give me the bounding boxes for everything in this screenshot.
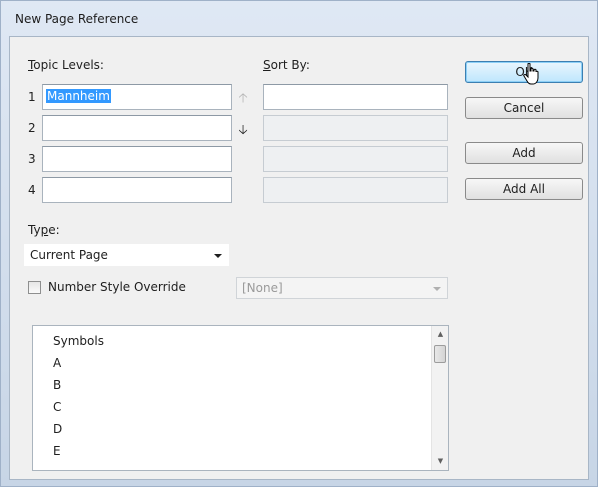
list-item[interactable]: E bbox=[53, 444, 61, 458]
sort-by-3-input bbox=[263, 146, 448, 172]
dialog-title: New Page Reference bbox=[15, 12, 139, 26]
cancel-button[interactable]: Cancel bbox=[465, 97, 583, 119]
vertical-scrollbar[interactable]: ▲ ▼ bbox=[431, 326, 448, 470]
list-item[interactable]: C bbox=[53, 400, 61, 414]
list-item[interactable]: Symbols bbox=[53, 334, 104, 348]
topic-level-2-number: 2 bbox=[28, 121, 36, 135]
topic-level-4-number: 4 bbox=[28, 183, 36, 197]
scrollbar-thumb[interactable] bbox=[434, 345, 446, 363]
chevron-down-icon bbox=[433, 287, 441, 291]
add-all-button[interactable]: Add All bbox=[465, 178, 583, 200]
number-style-dropdown-value: [None] bbox=[242, 281, 283, 295]
chevron-down-icon bbox=[214, 254, 222, 258]
number-style-override-checkbox[interactable] bbox=[28, 281, 41, 294]
mouse-pointer-icon bbox=[523, 63, 539, 85]
list-item[interactable]: D bbox=[53, 422, 62, 436]
list-item[interactable]: A bbox=[53, 356, 61, 370]
sort-by-4-input bbox=[263, 177, 448, 203]
topic-level-2-input[interactable] bbox=[42, 115, 232, 141]
topic-level-1-number: 1 bbox=[28, 90, 36, 104]
topic-listbox[interactable]: Symbols A B C D E ▲ ▼ bbox=[32, 325, 449, 471]
number-style-override-label: Number Style Override bbox=[48, 280, 186, 294]
scroll-down-icon[interactable]: ▼ bbox=[432, 453, 448, 470]
topic-level-1-input[interactable]: Mannheim bbox=[42, 84, 232, 110]
type-dropdown-value: Current Page bbox=[30, 248, 108, 262]
sort-by-2-input bbox=[263, 115, 448, 141]
new-page-reference-dialog: New Page Reference Topic Levels: 1 Mannh… bbox=[0, 0, 598, 487]
dialog-client-area: Topic Levels: 1 Mannheim 2 3 4 🡡 🡣 Sort … bbox=[9, 36, 589, 480]
sort-by-label: Sort By: bbox=[263, 58, 310, 72]
topic-levels-label-text: opic Levels: bbox=[33, 58, 104, 72]
add-button[interactable]: Add bbox=[465, 142, 583, 164]
topic-level-3-number: 3 bbox=[28, 152, 36, 166]
arrow-up-icon[interactable]: 🡡 bbox=[238, 89, 248, 111]
number-style-dropdown: [None] bbox=[236, 277, 448, 299]
topic-level-3-input[interactable] bbox=[42, 146, 232, 172]
sort-by-1-input[interactable] bbox=[263, 84, 448, 110]
type-dropdown[interactable]: Current Page bbox=[24, 244, 229, 266]
topic-level-1-value: Mannheim bbox=[46, 89, 111, 103]
topic-levels-label: Topic Levels: bbox=[28, 58, 104, 72]
topic-level-4-input[interactable] bbox=[42, 177, 232, 203]
type-label: Type: bbox=[28, 223, 60, 237]
sort-by-label-text: ort By: bbox=[270, 58, 310, 72]
arrow-down-icon[interactable]: 🡣 bbox=[238, 121, 248, 143]
list-item[interactable]: B bbox=[53, 378, 61, 392]
scroll-up-icon[interactable]: ▲ bbox=[432, 326, 448, 343]
